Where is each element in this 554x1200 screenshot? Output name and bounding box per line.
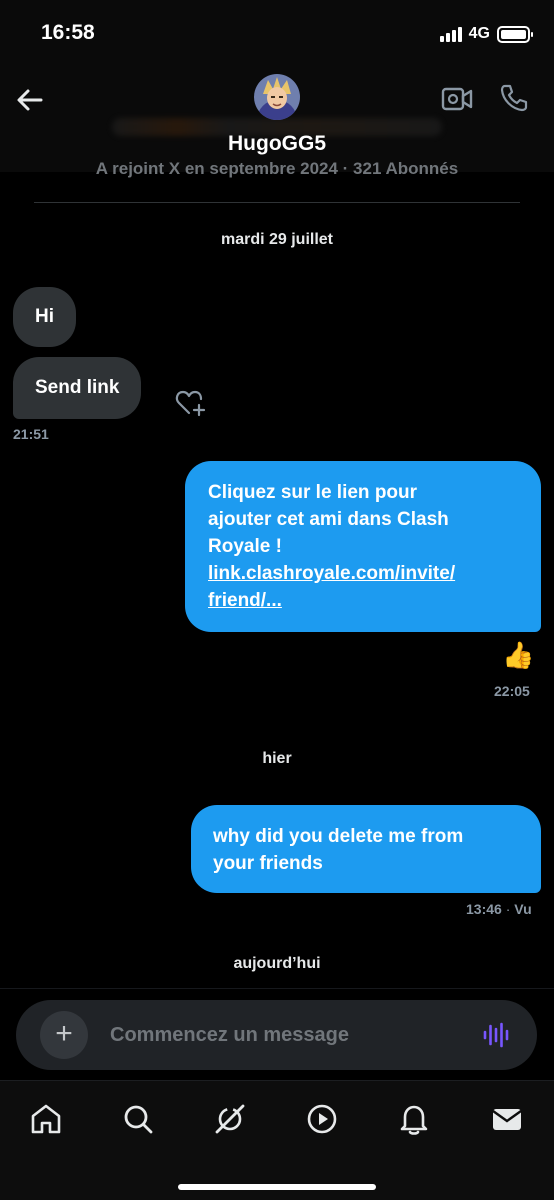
voice-message-icon[interactable] — [482, 1021, 510, 1049]
status-bar: 16:58 4G — [0, 0, 554, 66]
message-outgoing[interactable]: Cliquez sur le lien pour ajouter cet ami… — [185, 461, 541, 632]
mail-icon[interactable] — [489, 1101, 525, 1137]
phone-icon[interactable] — [498, 82, 530, 114]
message-time: 22:05 — [494, 683, 530, 699]
invite-link[interactable]: friend/... — [208, 587, 521, 614]
date-separator: hier — [262, 750, 292, 767]
home-indicator — [178, 1184, 376, 1190]
message-time: 13:46 — [466, 901, 502, 917]
conversation-header: HugoGG5 — [0, 66, 554, 172]
date-separator: aujourd’hui — [233, 955, 321, 972]
back-arrow-icon[interactable] — [14, 84, 46, 116]
video-call-icon[interactable] — [440, 84, 474, 114]
message-text-line: why did you delete me from — [213, 826, 464, 847]
status-time: 16:58 — [41, 21, 95, 44]
message-text-line: Royale ! — [208, 536, 282, 557]
message-text-line: Cliquez sur le lien pour — [208, 482, 418, 503]
message-composer: + — [16, 1000, 537, 1070]
battery-icon — [497, 25, 533, 43]
add-reaction-icon[interactable] — [174, 388, 206, 418]
reaction-emoji[interactable]: 👍 — [502, 640, 534, 670]
message-incoming[interactable]: Hi — [13, 287, 76, 347]
home-icon[interactable] — [28, 1101, 64, 1137]
avatar[interactable] — [254, 74, 300, 120]
video-play-icon[interactable] — [304, 1101, 340, 1137]
grok-icon[interactable] — [212, 1101, 248, 1137]
date-separator: mardi 29 juillet — [220, 231, 334, 248]
add-media-button[interactable]: + — [40, 1011, 88, 1059]
contact-name[interactable]: HugoGG5 — [0, 132, 554, 156]
message-outgoing[interactable]: why did you delete me from your friends — [191, 805, 541, 893]
bell-icon[interactable] — [396, 1101, 432, 1137]
search-icon[interactable] — [120, 1101, 156, 1137]
message-incoming[interactable]: Send link — [13, 357, 142, 419]
message-meta: 13:46 · Vu — [466, 901, 532, 917]
read-status: Vu — [514, 901, 532, 917]
status-indicators: 4G — [439, 25, 533, 43]
invite-link[interactable]: link.clashroyale.com/invite/ — [208, 560, 521, 587]
message-time: 21:51 — [13, 426, 49, 442]
bottom-nav — [0, 1080, 554, 1200]
network-type: 4G — [468, 25, 490, 42]
signal-icon — [439, 26, 462, 42]
divider — [34, 202, 520, 203]
joined-info: A rejoint X en septembre 2024 · 321 Abon… — [95, 159, 459, 178]
message-input[interactable] — [110, 1018, 460, 1052]
message-text-line: ajouter cet ami dans Clash — [208, 509, 449, 530]
message-text-line: your friends — [213, 853, 323, 874]
